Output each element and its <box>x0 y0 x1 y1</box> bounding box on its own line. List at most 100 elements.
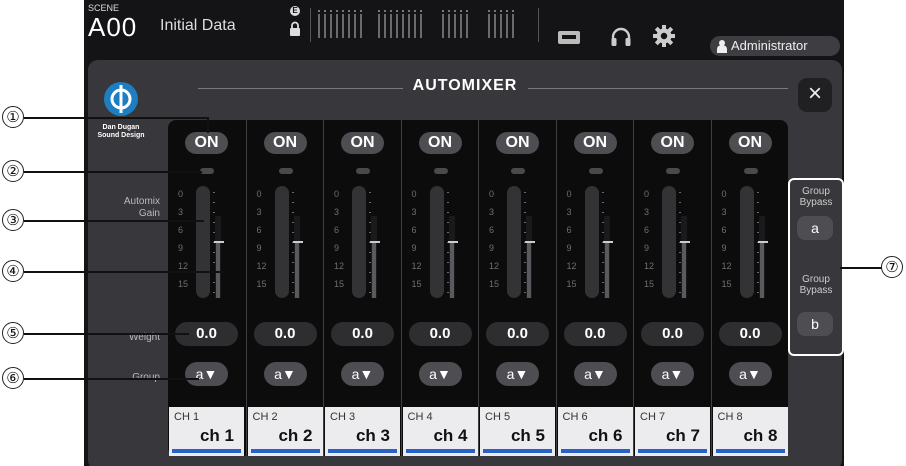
level-meters[interactable] <box>318 10 518 42</box>
channel-name-box[interactable]: CH 2 ch 2 <box>247 407 323 456</box>
meter-bar <box>378 14 380 38</box>
weight-value[interactable]: 0.0 <box>486 322 549 346</box>
meter-bar <box>454 14 456 38</box>
gear-icon[interactable] <box>652 24 676 48</box>
user-button[interactable]: Administrator <box>710 36 840 56</box>
channel-color-bar <box>638 449 707 453</box>
group-select[interactable]: a▼ <box>728 362 772 386</box>
brand-line: Sound Design <box>97 132 145 139</box>
headphones-icon[interactable] <box>610 27 632 47</box>
activity-led <box>666 168 680 174</box>
close-button[interactable]: × <box>798 78 832 112</box>
scale-tick-label: 15 <box>411 279 422 289</box>
scale-tick-label: 0 <box>411 189 417 199</box>
channel-strip: ON 0 3 6 9 12 15 0.0 a▼ CH 3 ch 3 <box>323 120 401 456</box>
scale-tick-label: 12 <box>178 261 189 271</box>
automix-on-button[interactable]: ON <box>651 132 694 154</box>
meter-dot <box>466 10 468 12</box>
automix-on-button[interactable]: ON <box>728 132 772 154</box>
meter-dot <box>402 10 404 12</box>
scene-name[interactable]: Initial Data <box>160 17 236 35</box>
channel-name: ch 6 <box>588 426 623 445</box>
scale-tick-label: 0 <box>334 189 340 199</box>
tick <box>446 212 449 213</box>
tick <box>291 202 294 203</box>
scale-tick-label: 12 <box>256 261 267 271</box>
weight-value[interactable]: 0.0 <box>408 322 472 346</box>
scale-tick-label: 12 <box>334 261 345 271</box>
meter-bar <box>402 14 404 38</box>
recorder-icon[interactable] <box>558 31 580 44</box>
tick <box>446 192 449 193</box>
group-bypass-label-b: Group Bypass <box>790 274 842 296</box>
channel-number: CH 8 <box>717 411 743 423</box>
weight-value[interactable]: 0.0 <box>253 322 317 346</box>
tick <box>679 192 681 193</box>
automix-gain-meter-track <box>662 186 676 298</box>
weight-value[interactable]: 0.0 <box>718 322 782 346</box>
channel-strip: ON 0 3 6 9 12 15 0.0 a▼ CH 2 ch 2 <box>245 120 324 456</box>
channel-strip: ON 0 3 6 9 12 15 0.0 a▼ CH 4 ch 4 <box>400 120 479 456</box>
automix-gain-meter-track <box>507 186 521 298</box>
meter-peak <box>680 241 690 243</box>
scene-number[interactable]: A00 <box>88 12 137 43</box>
brand-line: Dan Dugan <box>102 124 140 131</box>
device-screen: SCENE A00 Initial Data E Administrator A… <box>84 0 844 466</box>
meter-bar <box>448 14 450 38</box>
channel-strip-area: ON 0 3 6 9 12 15 0.0 a▼ CH 1 ch 1 ON 0 3 6 9 12 15 0.0 a… <box>168 120 788 456</box>
group-bypass-b-button[interactable]: b <box>797 312 833 336</box>
group-select[interactable]: a▼ <box>185 362 228 386</box>
group-select[interactable]: a▼ <box>496 362 539 386</box>
activity-led <box>433 168 448 174</box>
row-label-gain: Automix Gain <box>88 196 160 220</box>
channel-name-box[interactable]: CH 5 ch 5 <box>480 407 555 456</box>
channel-color-bar <box>483 449 552 453</box>
automix-on-button[interactable]: ON <box>418 132 462 154</box>
callout-line <box>24 220 204 222</box>
channel-name-box[interactable]: CH 7 ch 7 <box>635 407 710 456</box>
channel-name-box[interactable]: CH 8 ch 8 <box>712 407 788 456</box>
meter-bar <box>396 14 398 38</box>
weight-value[interactable]: 0.0 <box>563 322 627 346</box>
label-line: Bypass <box>799 285 833 296</box>
group-select[interactable]: a▼ <box>573 362 617 386</box>
callout-4: ④ <box>2 260 24 282</box>
meter-dot <box>494 10 496 12</box>
weight-value[interactable]: 0.0 <box>641 322 704 346</box>
channel-name-box[interactable]: CH 1 ch 1 <box>169 407 244 456</box>
group-select[interactable]: a▼ <box>418 362 462 386</box>
channel-number: CH 3 <box>330 411 356 423</box>
tick <box>213 202 215 203</box>
tick <box>369 192 371 193</box>
callout-line <box>207 117 209 133</box>
automix-on-button[interactable]: ON <box>263 132 307 154</box>
meter-fill <box>527 242 531 298</box>
channel-name-box[interactable]: CH 4 ch 4 <box>402 407 478 456</box>
group-select[interactable]: a▼ <box>341 362 384 386</box>
automix-on-button[interactable]: ON <box>496 132 539 154</box>
automix-on-button[interactable]: ON <box>573 132 617 154</box>
row-label-line: Gain <box>138 208 160 219</box>
scale-tick-label: 12 <box>644 261 655 271</box>
automix-on-button[interactable]: ON <box>341 132 384 154</box>
group-bypass-a-button[interactable]: a <box>797 216 833 240</box>
user-icon <box>717 40 727 53</box>
tick <box>524 202 526 203</box>
meter-bar <box>360 14 362 38</box>
meter-bar <box>500 14 502 38</box>
group-select[interactable]: a▼ <box>651 362 694 386</box>
meter-dot <box>448 10 450 12</box>
group-select[interactable]: a▼ <box>263 362 307 386</box>
meter-dot <box>384 10 386 12</box>
channel-name-box[interactable]: CH 6 ch 6 <box>557 407 633 456</box>
weight-value[interactable]: 0.0 <box>331 322 394 346</box>
meter-peak <box>447 241 458 243</box>
channel-name-box[interactable]: CH 3 ch 3 <box>325 407 400 456</box>
scale-tick-label: 15 <box>178 279 189 289</box>
meter-bar <box>330 14 332 38</box>
scale-tick-label: 9 <box>566 243 572 253</box>
scale-tick-label: 0 <box>721 189 727 199</box>
scale-tick-label: 6 <box>489 225 495 235</box>
callout-5: ⑤ <box>2 322 24 344</box>
automix-on-button[interactable]: ON <box>185 132 228 154</box>
